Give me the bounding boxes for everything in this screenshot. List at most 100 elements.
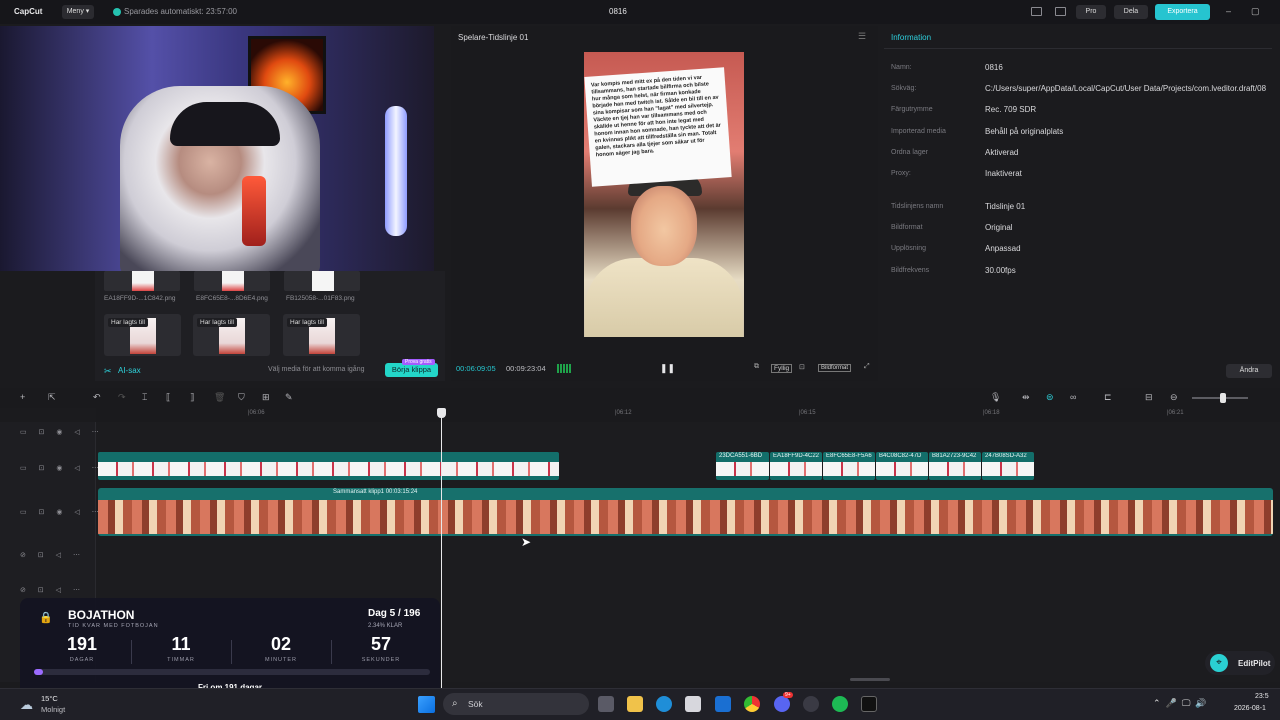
info-value: 30.00fps	[985, 266, 1016, 275]
divider	[884, 48, 1272, 49]
countdown-unit: DAGAR	[69, 657, 95, 663]
taskbar-search[interactable]	[443, 693, 589, 715]
menu-button[interactable]: Meny ▾	[62, 5, 94, 19]
start-cut-button[interactable]: Börja klippa	[385, 363, 438, 377]
track-controls[interactable]: ▭ ⊡ ◉ ◁ ⋯	[20, 464, 104, 472]
undo-icon[interactable]: ↶	[93, 392, 101, 403]
ai-cut-button[interactable]: AI-sax	[118, 366, 141, 375]
trim-right-icon[interactable]: ⟧	[190, 392, 194, 403]
led-lamp	[385, 106, 407, 236]
capcut-taskbar-icon[interactable]	[861, 696, 877, 712]
info-label: Ordna lager	[891, 149, 928, 156]
clip-filmstrip	[982, 462, 1034, 476]
zoom-slider-handle[interactable]	[1220, 393, 1226, 403]
clock-date[interactable]: 2026-08-1	[1234, 705, 1266, 712]
mail-icon[interactable]	[715, 696, 731, 712]
info-value: 0816	[985, 63, 1003, 72]
snap-icon[interactable]: ∞	[1070, 392, 1076, 402]
file-explorer-icon[interactable]	[627, 696, 643, 712]
compound-clip-label: Sammansatt klipp1 00:03:15:24	[333, 489, 418, 495]
track-controls[interactable]: ▭ ⊡ ◉ ◁ ⋯	[20, 508, 104, 516]
split-icon[interactable]: ⌶	[142, 392, 147, 403]
capcut-logo: CapCut	[14, 7, 43, 16]
magnet-icon[interactable]: ⊜	[1046, 392, 1054, 403]
zoom-out-icon[interactable]: ⊖	[1170, 392, 1178, 403]
minimize-icon[interactable]: –	[1226, 6, 1231, 16]
countdown-days: 191	[66, 634, 98, 654]
clip-name: EA18FF9D-4C22	[773, 453, 820, 459]
shortcuts-icon[interactable]	[1055, 7, 1066, 16]
freeze-icon[interactable]: ⊞	[262, 392, 270, 403]
select-tool-icon[interactable]: ⇱	[48, 392, 56, 403]
record-audio-icon[interactable]: 🎙	[990, 392, 1001, 403]
countdown-unit: MINUTER	[264, 657, 298, 663]
change-button[interactable]: Ändra	[1226, 364, 1272, 378]
autosave-icon	[113, 8, 121, 16]
draw-icon[interactable]: ✎	[285, 392, 293, 403]
preview-axis-icon[interactable]: ⊏	[1104, 392, 1112, 403]
trim-left-icon[interactable]: ⟦	[166, 392, 170, 403]
system-tray[interactable]: ⌃ 🎤 🖵 🔊	[1153, 698, 1207, 709]
chrome-icon[interactable]	[744, 696, 760, 712]
marker-icon[interactable]: ⛉	[238, 392, 245, 403]
ruler-tick: |06:21	[1167, 410, 1184, 416]
fit-timeline-icon[interactable]: ⊟	[1145, 392, 1153, 403]
divider	[331, 640, 332, 664]
countdown-unit: TIMMAR	[167, 657, 195, 663]
clock-time[interactable]: 23:5	[1255, 693, 1269, 700]
media-thumb-3[interactable]	[284, 271, 360, 291]
media-file-name: E8FC65E8-...8D6E4.png	[196, 295, 268, 302]
store-icon[interactable]	[685, 696, 701, 712]
video-sweater	[585, 258, 743, 337]
aspect-ratio-button[interactable]: Bildformat	[818, 364, 852, 372]
overlay-clip[interactable]	[98, 452, 559, 480]
clip-name: 23DCA551-6BD	[719, 453, 763, 459]
fit-button[interactable]: Fyllig	[771, 364, 793, 373]
link-icon[interactable]: ⇹	[1022, 392, 1030, 403]
clip-name: 247B08SD-A32	[985, 453, 1027, 459]
add-icon[interactable]: +	[20, 392, 25, 402]
delete-icon[interactable]: 🗑	[214, 392, 225, 403]
redo-icon[interactable]: ↷	[118, 392, 126, 403]
countdown-subtitle: TID KVAR MED FOTBOJAN	[68, 623, 159, 629]
weather-condition[interactable]: Molnigt	[41, 705, 65, 714]
layout-icon[interactable]	[1031, 7, 1042, 16]
media-card[interactable]: Har lagts till	[104, 314, 181, 356]
countdown-progress-fill	[34, 669, 44, 675]
spotify-icon[interactable]	[832, 696, 848, 712]
track-controls[interactable]: ▭ ⊡ ◉ ◁ ⋯	[20, 428, 104, 436]
playhead[interactable]	[441, 408, 442, 700]
screenshot-icon[interactable]: ⊡	[799, 363, 805, 371]
countdown-seconds: 57	[370, 634, 392, 654]
media-card[interactable]: Har lagts till	[193, 314, 270, 356]
discord-icon[interactable]	[774, 696, 790, 712]
windows-start-icon[interactable]	[418, 696, 435, 713]
cloud-icon[interactable]: ☁	[20, 697, 33, 713]
countdown-hours: 11	[171, 634, 191, 654]
task-view-icon[interactable]	[598, 696, 614, 712]
edge-icon[interactable]	[656, 696, 672, 712]
main-video-clip[interactable]	[98, 488, 1273, 536]
media-card[interactable]: Har lagts till	[283, 314, 360, 356]
restore-icon[interactable]: ▢	[1251, 6, 1260, 17]
info-label: Importerad media	[891, 128, 946, 135]
timeline-scrollbar[interactable]	[850, 678, 890, 681]
pro-button[interactable]: Pro	[1076, 5, 1106, 19]
notification-badge: 9+	[783, 692, 793, 698]
weather-temp[interactable]: 15°C	[41, 694, 58, 703]
playhead-handle[interactable]	[437, 408, 446, 418]
track-controls[interactable]: ⊘ ⊡ ◁ ⋯	[20, 551, 85, 559]
media-thumb-1[interactable]	[104, 271, 180, 291]
media-thumb-2[interactable]	[194, 271, 270, 291]
obs-icon[interactable]	[803, 696, 819, 712]
hamburger-icon[interactable]: ☰	[858, 31, 866, 42]
crop-icon[interactable]: ⧉	[754, 363, 759, 371]
time-ruler[interactable]	[96, 408, 1280, 422]
info-value: Inaktiverat	[985, 169, 1022, 178]
media-thumb-image	[222, 271, 244, 291]
fullscreen-icon[interactable]: ⤢	[864, 363, 870, 371]
pause-icon[interactable]: ❚❚	[660, 363, 675, 374]
track-controls[interactable]: ⊘ ⊡ ◁ ⋯	[20, 586, 85, 594]
share-button[interactable]: Dela	[1114, 5, 1148, 19]
export-button[interactable]: Exportera	[1155, 4, 1210, 20]
